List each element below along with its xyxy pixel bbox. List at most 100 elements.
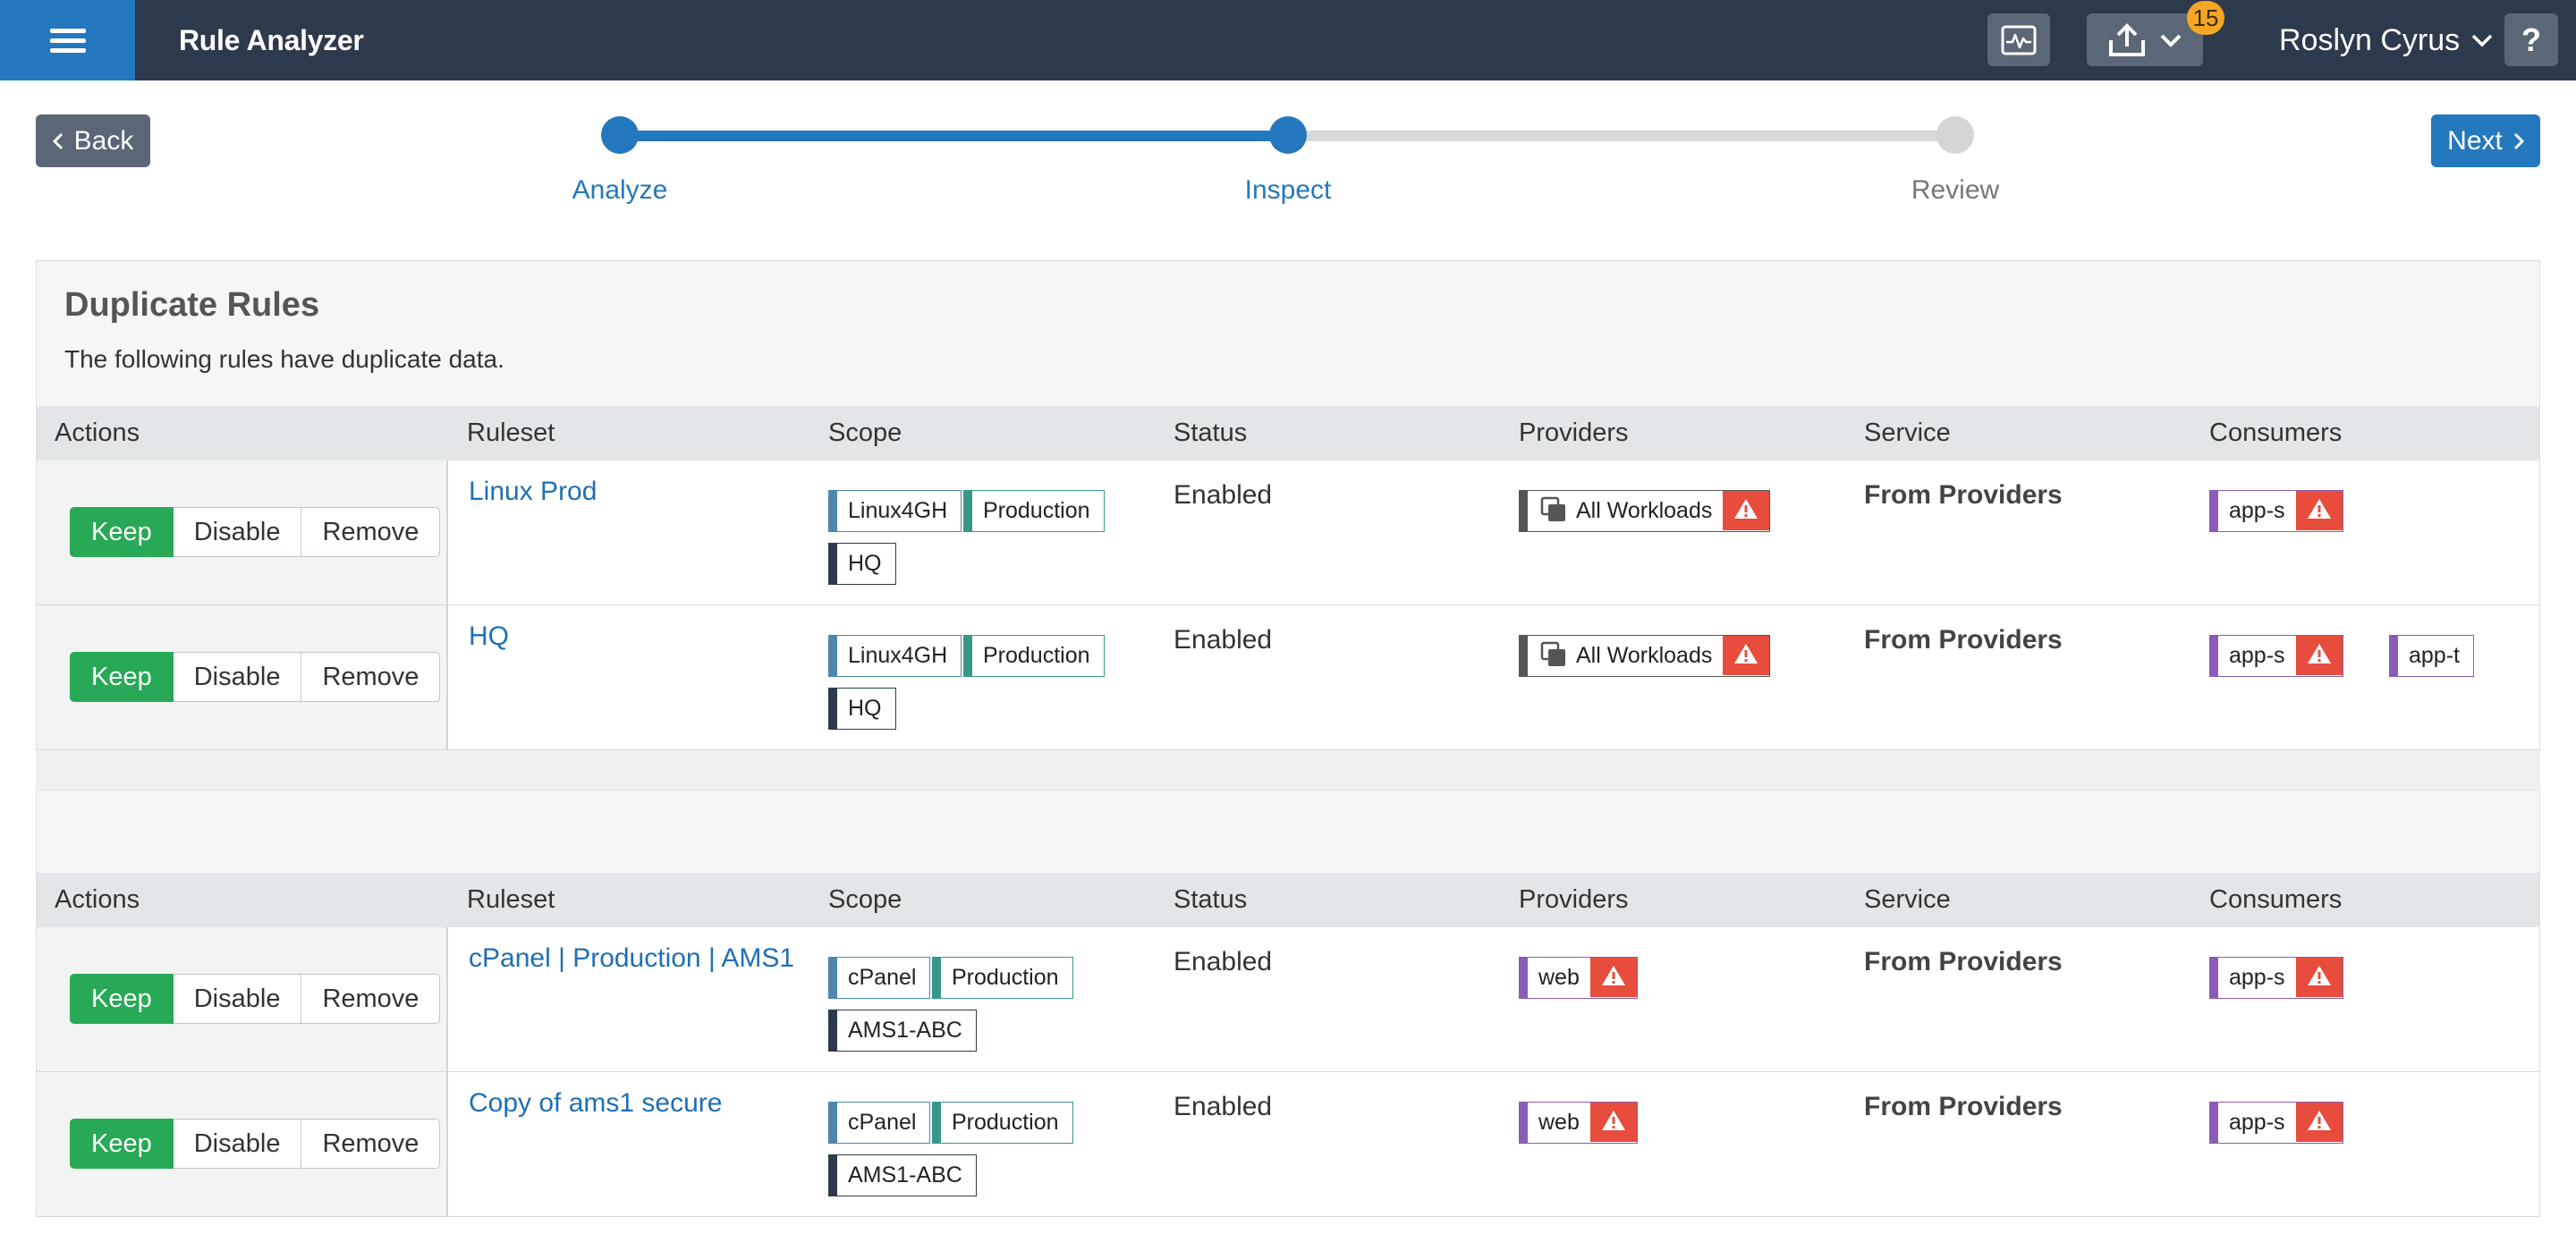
step-label-inspect[interactable]: Inspect xyxy=(1181,175,1395,206)
upload-icon xyxy=(2109,22,2145,56)
table-header: Actions Ruleset Scope Status Providers S… xyxy=(37,406,2539,461)
scope-label-loc: AMS1-ABC xyxy=(828,1010,977,1052)
consumer-label: app-s xyxy=(2209,490,2343,532)
scope-label-loc: AMS1-ABC xyxy=(828,1154,977,1196)
remove-button[interactable]: Remove xyxy=(301,1119,441,1169)
column-header-status: Status xyxy=(1174,885,1248,914)
status-text: Enabled xyxy=(1174,947,1273,976)
action-button-group: Keep Disable Remove xyxy=(70,652,441,702)
app-title: Rule Analyzer xyxy=(179,24,364,56)
action-button-group: Keep Disable Remove xyxy=(70,1119,441,1169)
warning-icon[interactable] xyxy=(2295,636,2343,675)
provider-name: All Workloads xyxy=(1576,498,1713,523)
chevron-right-icon xyxy=(2513,132,2524,149)
ruleset-link[interactable]: HQ xyxy=(469,621,509,652)
panel-subtitle: The following rules have duplicate data. xyxy=(64,345,504,373)
consumer-name: app-s xyxy=(2229,498,2285,523)
actions-cell: Keep Disable Remove xyxy=(37,927,448,1071)
panel-header: Duplicate Rules The following rules have… xyxy=(37,261,2539,406)
keep-button[interactable]: Keep xyxy=(70,507,174,557)
ruleset-link[interactable]: Linux Prod xyxy=(469,477,597,507)
warning-icon[interactable] xyxy=(1589,958,1637,997)
service-text: From Providers xyxy=(1864,947,2063,976)
provider-name: web xyxy=(1538,965,1580,990)
warning-icon[interactable] xyxy=(2295,1103,2343,1142)
chevron-down-icon xyxy=(2160,34,2182,47)
duplicate-rules-panel: Duplicate Rules The following rules have… xyxy=(36,260,2540,750)
back-button[interactable]: Back xyxy=(36,114,150,167)
disable-button[interactable]: Disable xyxy=(173,1119,302,1169)
disable-button[interactable]: Disable xyxy=(173,652,302,702)
provider-name: All Workloads xyxy=(1576,643,1713,668)
step-label-review[interactable]: Review xyxy=(1848,175,2063,206)
panel-header xyxy=(37,790,2539,873)
keep-button[interactable]: Keep xyxy=(70,652,174,702)
consumer-label: app-s xyxy=(2209,635,2343,677)
actions-cell: Keep Disable Remove xyxy=(37,605,448,749)
consumer-label: app-t xyxy=(2389,635,2474,677)
step-dot-review[interactable] xyxy=(1936,116,1974,154)
remove-button[interactable]: Remove xyxy=(301,652,441,702)
status-text: Enabled xyxy=(1174,625,1273,655)
scope-label-app: cPanel xyxy=(828,1102,931,1144)
status-text: Enabled xyxy=(1174,1092,1273,1121)
column-header-scope: Scope xyxy=(828,885,902,914)
step-label-analyze[interactable]: Analyze xyxy=(513,175,727,206)
scope-label-loc: HQ xyxy=(828,543,896,585)
scope-label-app: Linux4GH xyxy=(828,490,962,532)
warning-icon[interactable] xyxy=(1589,1103,1637,1142)
activity-button[interactable] xyxy=(1987,13,2050,66)
service-text: From Providers xyxy=(1864,480,2063,510)
back-label: Back xyxy=(73,125,134,156)
warning-icon[interactable] xyxy=(1723,636,1770,675)
next-button[interactable]: Next xyxy=(2431,114,2540,167)
consumer-label: app-s xyxy=(2209,957,2343,999)
user-menu[interactable]: Roslyn Cyrus xyxy=(2279,0,2494,80)
remove-button[interactable]: Remove xyxy=(301,974,441,1024)
actions-cell: Keep Disable Remove xyxy=(37,461,448,604)
progress-track-remaining xyxy=(1288,131,1955,141)
disable-button[interactable]: Disable xyxy=(173,974,302,1024)
column-header-ruleset: Ruleset xyxy=(467,418,555,447)
export-button[interactable] xyxy=(2087,13,2203,66)
action-button-group: Keep Disable Remove xyxy=(70,507,441,557)
column-header-consumers: Consumers xyxy=(2209,418,2343,447)
service-text: From Providers xyxy=(1864,1092,2063,1121)
consumer-name: app-s xyxy=(2229,965,2285,990)
keep-button[interactable]: Keep xyxy=(70,974,174,1024)
ruleset-link[interactable]: cPanel | Production | AMS1 xyxy=(469,943,794,974)
help-button[interactable]: ? xyxy=(2504,13,2558,66)
panel-title: Duplicate Rules xyxy=(64,286,320,324)
service-text: From Providers xyxy=(1864,625,2063,655)
ruleset-link[interactable]: Copy of ams1 secure xyxy=(469,1088,722,1119)
activity-icon xyxy=(2001,25,2037,55)
column-header-providers: Providers xyxy=(1519,418,1629,447)
scope-label-app: Linux4GH xyxy=(828,635,962,677)
user-name: Roslyn Cyrus xyxy=(2279,23,2461,57)
status-text: Enabled xyxy=(1174,480,1273,510)
keep-button[interactable]: Keep xyxy=(70,1119,174,1169)
provider-label: web xyxy=(1519,957,1638,999)
workloads-icon xyxy=(1540,496,1567,523)
consumer-label: app-s xyxy=(2209,1102,2343,1144)
column-header-service: Service xyxy=(1864,885,1951,914)
provider-label: web xyxy=(1519,1102,1638,1144)
column-header-ruleset: Ruleset xyxy=(467,885,555,914)
column-header-actions: Actions xyxy=(55,418,140,447)
scope-label-env: Production xyxy=(963,490,1105,532)
step-dot-analyze[interactable] xyxy=(601,116,639,154)
menu-button[interactable] xyxy=(0,0,135,80)
scope-label-loc: HQ xyxy=(828,688,896,730)
warning-icon[interactable] xyxy=(2295,491,2343,530)
provider-label: All Workloads xyxy=(1519,490,1771,532)
action-button-group: Keep Disable Remove xyxy=(70,974,441,1024)
column-header-status: Status xyxy=(1174,418,1248,447)
step-dot-inspect[interactable] xyxy=(1269,116,1307,154)
disable-button[interactable]: Disable xyxy=(173,507,302,557)
warning-icon[interactable] xyxy=(2295,958,2343,997)
group-separator xyxy=(36,750,2540,790)
remove-button[interactable]: Remove xyxy=(301,507,441,557)
consumer-name: app-s xyxy=(2229,643,2285,668)
table-row: Keep Disable Remove Copy of ams1 secure … xyxy=(37,1072,2539,1217)
warning-icon[interactable] xyxy=(1723,491,1770,530)
